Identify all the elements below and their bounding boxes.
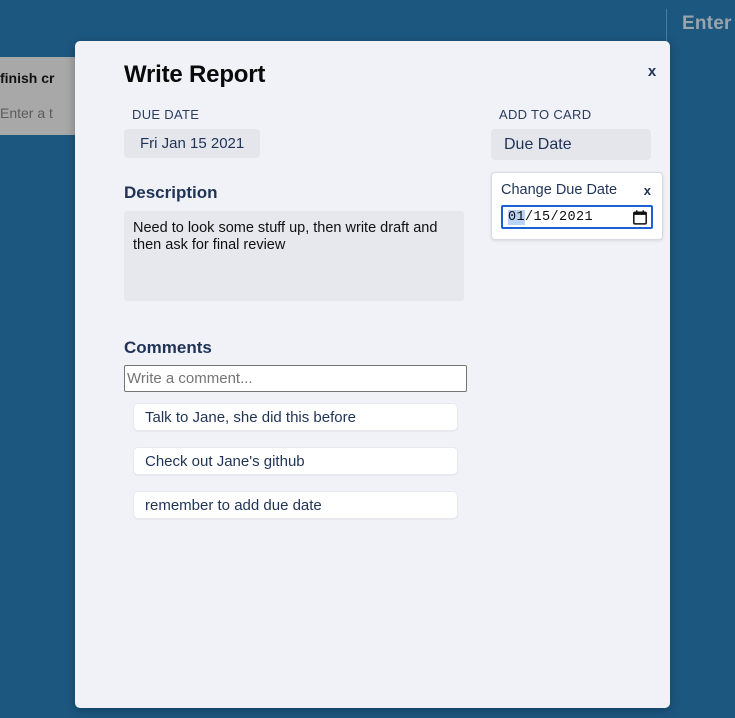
description-heading: Description <box>124 183 218 202</box>
add-to-card-label: ADD TO CARD <box>499 107 592 122</box>
comment-input[interactable] <box>124 365 467 392</box>
comment-text: Talk to Jane, she did this before <box>145 408 356 426</box>
change-due-date-popup: Change Due Date x 01/15/2021 <box>491 172 663 240</box>
close-icon[interactable]: x <box>641 61 663 83</box>
comment-list: Talk to Jane, she did this before Check … <box>124 403 469 519</box>
background-list-title: finish cr <box>0 70 55 86</box>
popup-title: Change Due Date <box>501 182 618 198</box>
card-detail-modal: Write Report x DUE DATE Fri Jan 15 2021 … <box>75 41 670 708</box>
page-title: Write Report <box>124 61 266 88</box>
description-textarea[interactable] <box>124 211 464 301</box>
list-item[interactable]: remember to add due date <box>133 491 458 519</box>
comment-text: Check out Jane's github <box>145 452 305 470</box>
due-date-value: Fri Jan 15 2021 <box>124 129 261 158</box>
close-icon[interactable]: x <box>642 183 653 198</box>
comments-heading: Comments <box>124 338 212 357</box>
calendar-icon[interactable] <box>633 209 647 225</box>
background-list-input-placeholder[interactable]: Enter a t <box>0 105 53 121</box>
due-date-input-value[interactable]: 01/15/2021 <box>508 209 633 225</box>
date-rest-segment[interactable]: /15/2021 <box>525 210 593 225</box>
enter-button-label[interactable]: Enter <box>682 13 732 35</box>
date-month-segment[interactable]: 01 <box>508 209 526 225</box>
comment-text: remember to add due date <box>145 496 322 514</box>
modal-left-column: DUE DATE Fri Jan 15 2021 Description Com… <box>124 107 469 535</box>
list-item[interactable]: Check out Jane's github <box>133 447 458 475</box>
list-item[interactable]: Talk to Jane, she did this before <box>133 403 458 431</box>
add-due-date-button[interactable]: Due Date <box>491 129 651 160</box>
vertical-divider-icon <box>666 9 667 44</box>
due-date-label: DUE DATE <box>132 107 200 122</box>
popup-header: Change Due Date x <box>501 182 653 198</box>
modal-right-column: ADD TO CARD Due Date Change Due Date x 0… <box>491 107 663 240</box>
due-date-input[interactable]: 01/15/2021 <box>501 205 653 229</box>
